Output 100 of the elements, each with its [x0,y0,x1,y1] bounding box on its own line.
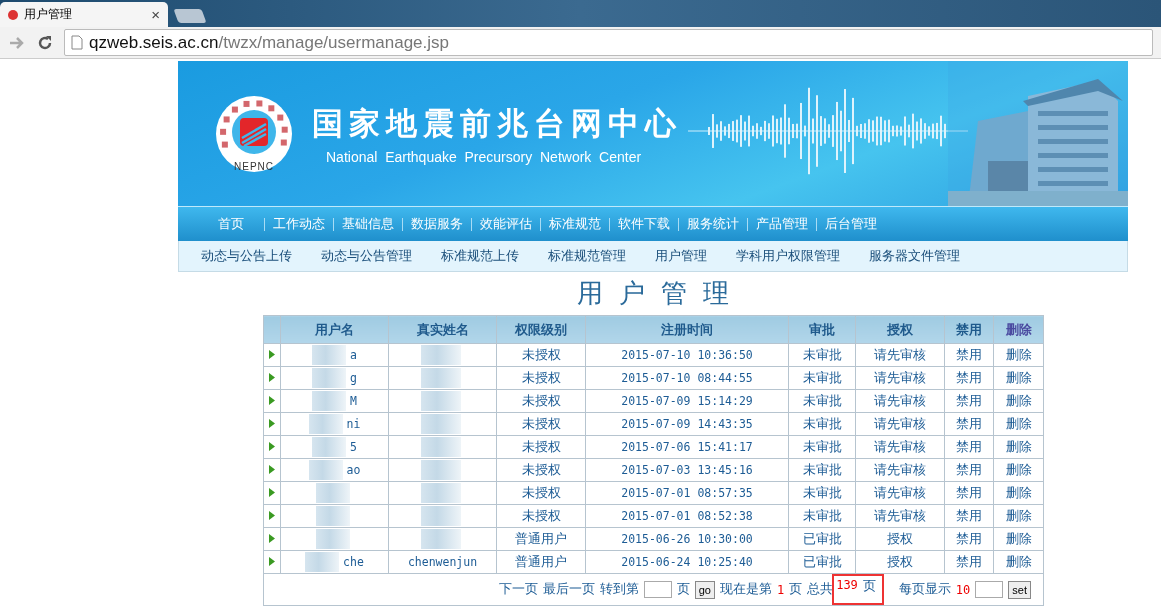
sub-nav-link[interactable]: 学科用户权限管理 [736,247,840,265]
delete-link[interactable]: 删除 [1005,531,1032,546]
sub-nav-link[interactable]: 用户管理 [655,247,707,265]
page-input[interactable] [643,581,672,598]
disable-link[interactable]: 禁用 [956,393,982,408]
authorize-link[interactable]: 请先审核 [874,416,926,431]
current-page: 1 [776,582,785,597]
per-page-input[interactable] [975,581,1004,598]
disable-link[interactable]: 禁用 [956,347,982,362]
delete-link[interactable]: 删除 [1005,554,1032,569]
blur-mask [420,391,461,411]
disable-link[interactable]: 禁用 [956,554,982,569]
approval-link[interactable]: 未审批 [802,347,842,362]
authorize-link[interactable]: 授权 [887,531,913,546]
disable-link[interactable]: 禁用 [956,439,982,454]
registration-time: 2015-06-26 10:30:00 [621,532,753,546]
registration-time: 2015-07-09 14:43:35 [621,417,753,431]
disable-link[interactable]: 禁用 [956,416,982,431]
arrow-icon[interactable] [269,465,275,474]
disable-link[interactable]: 禁用 [956,462,982,477]
sub-nav-link[interactable]: 标准规范管理 [548,247,626,265]
arrow-icon[interactable] [269,419,275,428]
arrow-icon[interactable] [269,557,275,566]
blur-mask [315,529,350,549]
authorize-link[interactable]: 请先审核 [874,485,926,500]
delete-link[interactable]: 删除 [1005,393,1032,408]
authorize-link[interactable]: 请先审核 [874,370,926,385]
authorize-link[interactable]: 请先审核 [874,439,926,454]
permission-level: 普通用户 [515,554,567,569]
arrow-icon[interactable] [269,373,275,382]
page-unit: 页 [676,581,690,598]
browser-tab[interactable]: 用户管理 × [0,2,168,27]
delete-link[interactable]: 删除 [1005,416,1032,431]
username: a [350,347,357,362]
new-tab-button[interactable] [173,9,207,23]
last-page-link[interactable]: 最后一页 [542,581,595,598]
blur-mask [420,437,461,457]
blur-mask [420,368,461,388]
approval-link[interactable]: 未审批 [802,416,842,431]
go-button[interactable]: go [694,580,715,599]
disable-link[interactable]: 禁用 [956,531,982,546]
page-title: 用 户 管 理 [575,277,735,310]
authorize-link[interactable]: 授权 [887,554,913,569]
blur-mask [420,460,461,480]
registration-time: 2015-07-10 08:44:55 [621,371,753,385]
approval-link[interactable]: 已审批 [802,554,842,569]
column-header: 注册时间 [585,315,789,344]
authorize-link[interactable]: 请先审核 [874,347,926,362]
disable-link[interactable]: 禁用 [956,508,982,523]
column-header: 审批 [788,315,856,344]
sub-nav-link[interactable]: 标准规范上传 [441,247,519,265]
set-button[interactable]: set [1008,580,1031,599]
reload-icon[interactable] [36,33,54,52]
authorize-link[interactable]: 请先审核 [874,508,926,523]
close-icon[interactable]: × [151,6,160,23]
disable-link[interactable]: 禁用 [956,370,982,385]
blur-mask [420,529,461,549]
sub-nav-link[interactable]: 服务器文件管理 [869,247,960,265]
current-label: 现在是第 [719,581,772,598]
arrow-icon[interactable] [269,350,275,359]
arrow-icon[interactable] [269,511,275,520]
delete-link[interactable]: 删除 [1005,439,1032,454]
permission-level: 未授权 [521,347,561,362]
approval-link[interactable]: 未审批 [802,485,842,500]
delete-link[interactable]: 删除 [1005,347,1032,362]
authorize-link[interactable]: 请先审核 [874,462,926,477]
approval-link[interactable]: 未审批 [802,508,842,523]
column-header: 用户名 [280,315,389,344]
blur-mask [312,437,347,457]
sub-nav-link[interactable]: 动态与公告上传 [201,247,292,265]
authorize-link[interactable]: 请先审核 [874,393,926,408]
arrow-icon[interactable] [269,488,275,497]
arrow-icon[interactable] [269,396,275,405]
delete-link[interactable]: 删除 [1005,508,1032,523]
page-icon [71,35,83,50]
total-pages: 139 [836,578,858,594]
total-label: 总共 [807,581,834,598]
delete-link[interactable]: 删除 [1005,485,1032,500]
permission-level: 未授权 [521,439,561,454]
approval-link[interactable]: 未审批 [802,393,842,408]
url-text: qzweb.seis.ac.cn/twzx/manage/usermanage.jsp [89,32,449,53]
disable-link[interactable]: 禁用 [956,485,982,500]
site-subtitle: National Earthquake Precursory Network Center [326,148,643,165]
per-page-count: 10 [955,582,971,597]
arrow-icon[interactable] [269,534,275,543]
blur-mask [305,552,340,572]
page-unit: 页 [789,581,803,598]
registration-time: 2015-07-01 08:52:38 [621,509,753,523]
approval-link[interactable]: 未审批 [802,370,842,385]
arrow-icon[interactable] [269,442,275,451]
approval-link[interactable]: 未审批 [802,462,842,477]
sub-nav-link[interactable]: 动态与公告管理 [321,247,412,265]
logo: NEPNC [214,93,294,174]
next-page-link[interactable]: 下一页 [498,581,538,598]
approval-link[interactable]: 未审批 [802,439,842,454]
address-bar[interactable]: qzweb.seis.ac.cn/twzx/manage/usermanage.jsp [64,29,1153,56]
delete-link[interactable]: 删除 [1005,462,1032,477]
site-title: 国家地震前兆台网中心 [312,103,682,143]
approval-link[interactable]: 已审批 [802,531,842,546]
delete-link[interactable]: 删除 [1005,370,1032,385]
